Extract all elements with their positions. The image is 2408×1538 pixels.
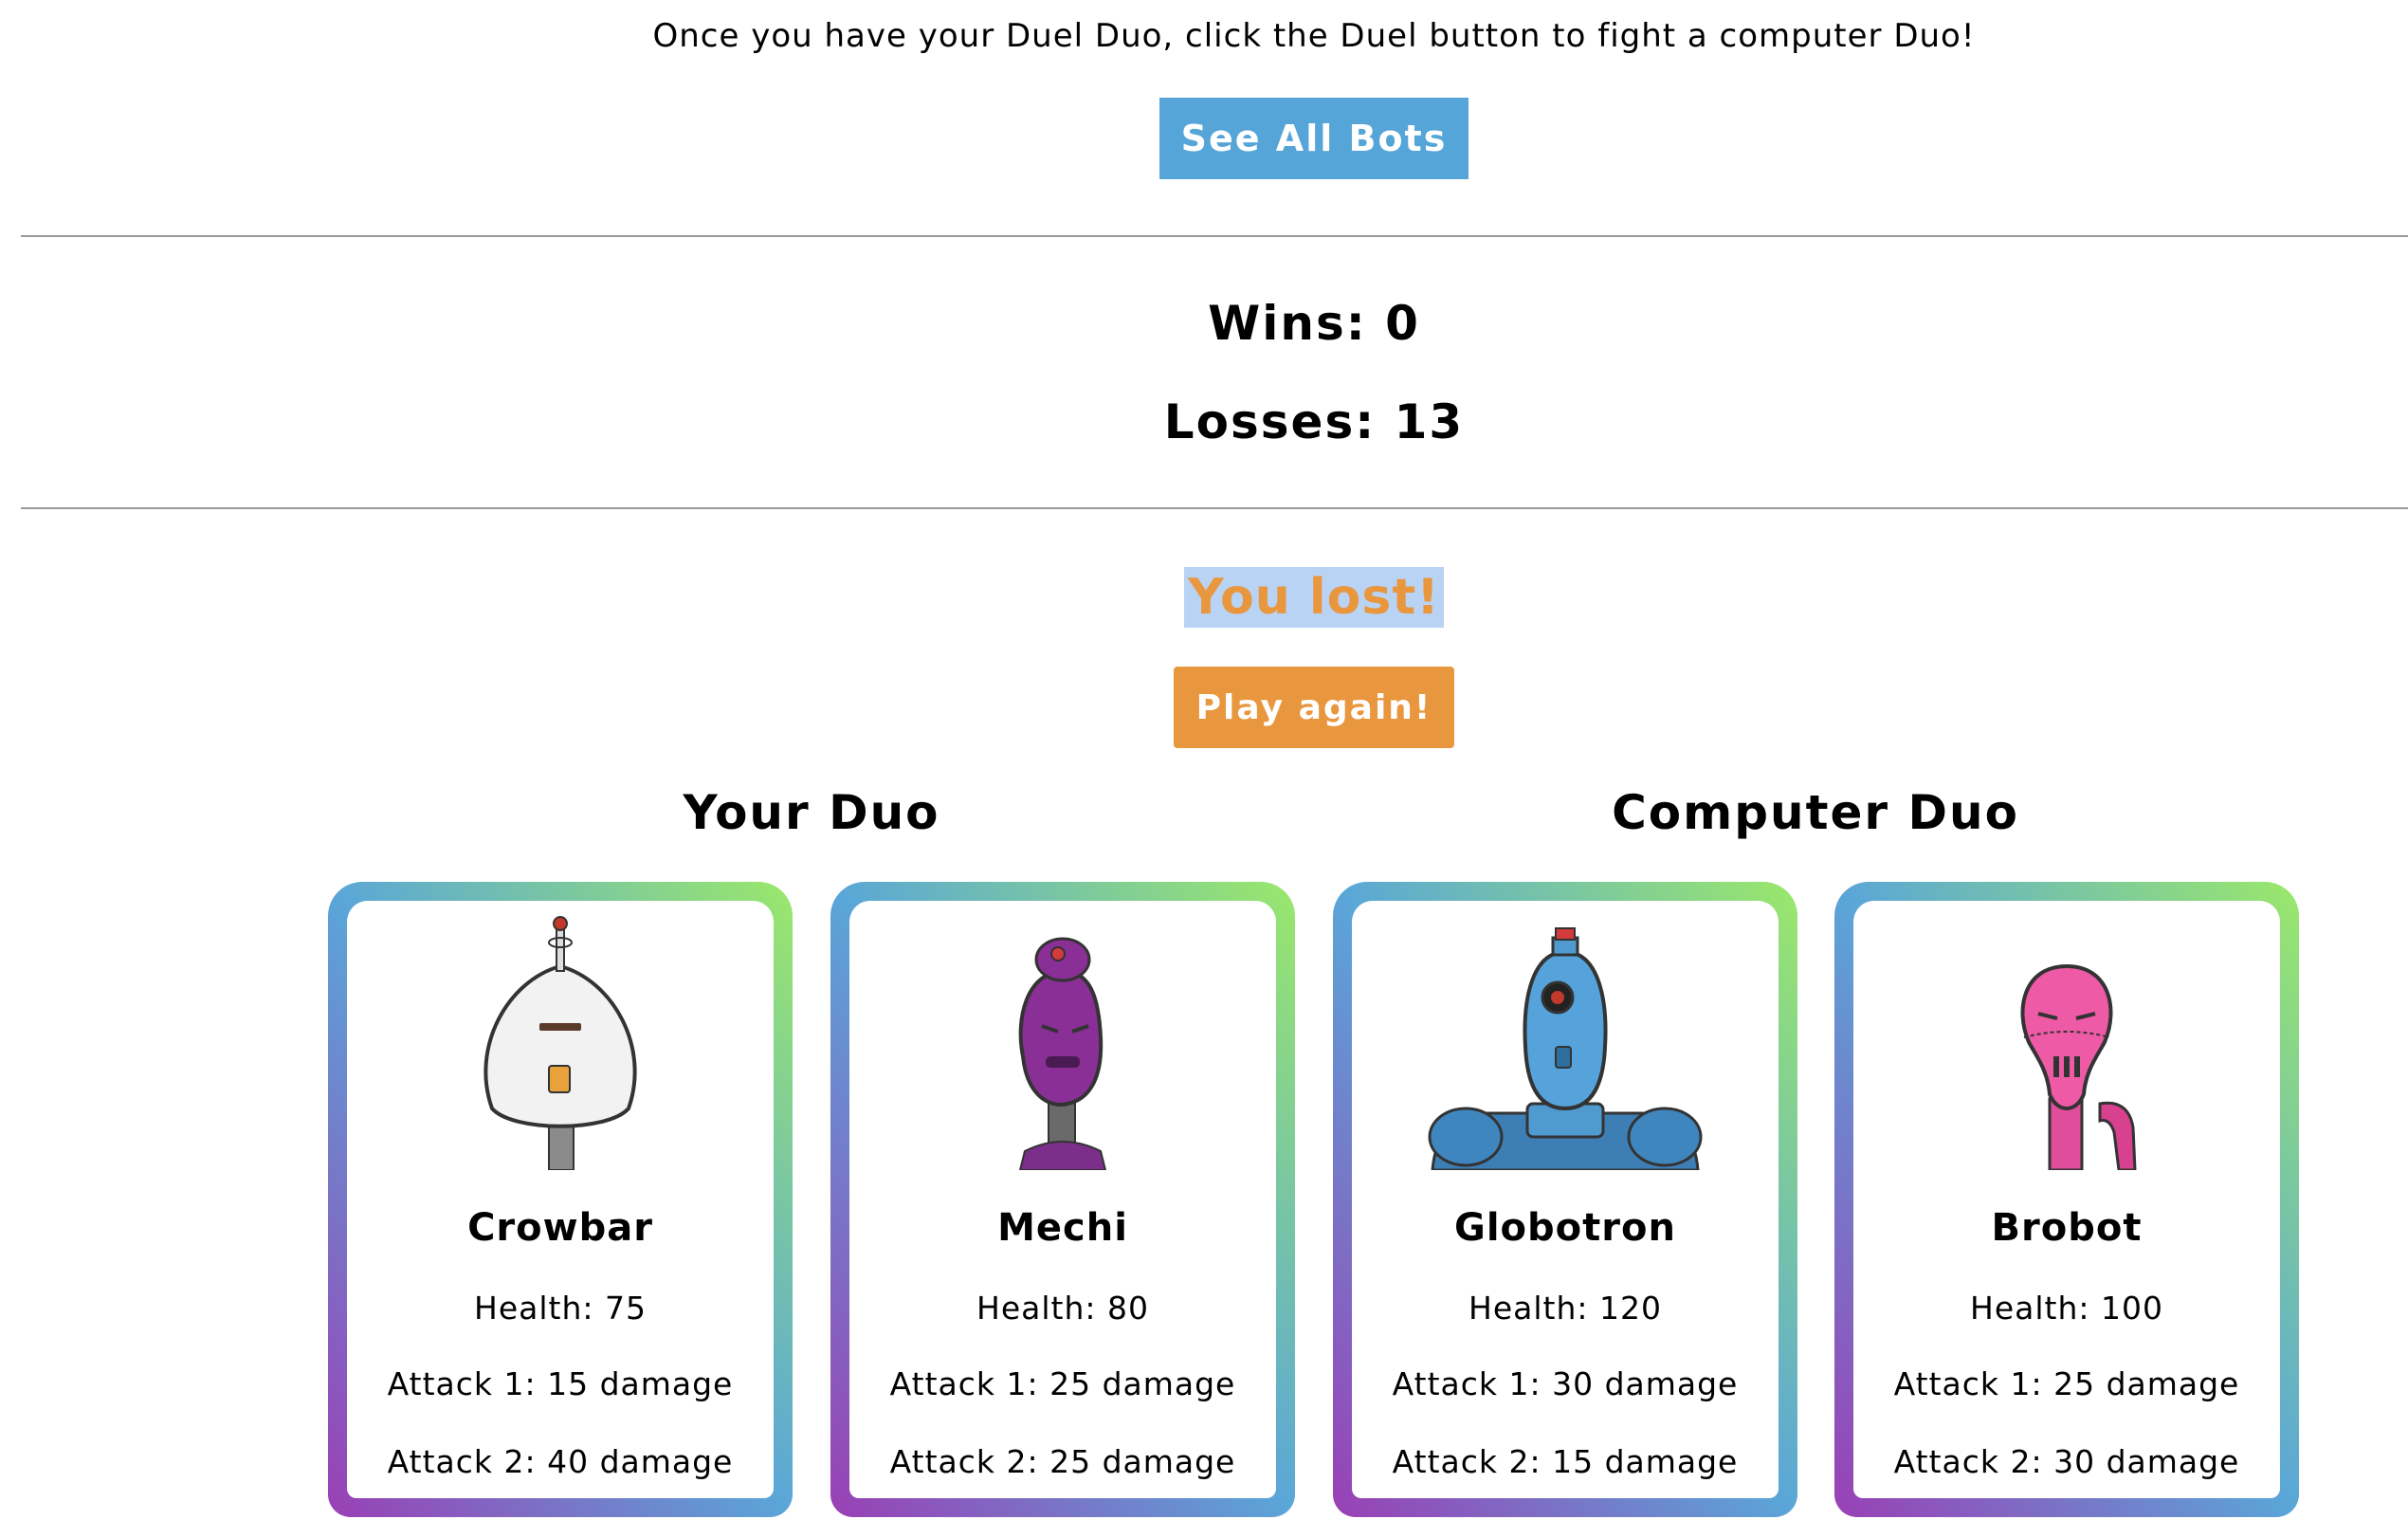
result-container: You lost! (0, 567, 2408, 628)
your-duo-title: Your Duo (683, 785, 940, 840)
computer-duo-title: Computer Duo (1612, 785, 2019, 840)
bot-card-globotron: Globotron Health: 120 Attack 1: 30 damag… (1333, 882, 1797, 1517)
play-again-button[interactable]: Play again! (1174, 667, 1454, 748)
bot-health: Health: 80 (976, 1290, 1149, 1327)
mechi-robot-icon (1018, 937, 1107, 1170)
see-all-bots-button[interactable]: See All Bots (1159, 98, 1469, 179)
bot-attack-1: Attack 1: 25 damage (1893, 1365, 2240, 1402)
bot-attack-2: Attack 2: 25 damage (889, 1443, 1236, 1480)
bot-name: Mechi (997, 1206, 1128, 1250)
bot-card-inner: Mechi Health: 80 Attack 1: 25 damage Att… (849, 901, 1276, 1498)
bot-card-inner: Crowbar Health: 75 Attack 1: 15 damage A… (347, 901, 774, 1498)
bot-name: Globotron (1454, 1206, 1676, 1250)
bot-health: Health: 120 (1469, 1290, 1662, 1327)
intro-text: Once you have your Duel Duo, click the D… (652, 17, 1976, 55)
bot-card-inner: Globotron Health: 120 Attack 1: 30 damag… (1352, 901, 1779, 1498)
globotron-robot-icon (1428, 927, 1703, 1170)
bot-attack-1: Attack 1: 15 damage (387, 1365, 734, 1402)
wins-count: Wins: 0 (1208, 296, 1420, 351)
bot-card-inner: Brobot Health: 100 Attack 1: 25 damage A… (1853, 901, 2280, 1498)
result-message: You lost! (1184, 567, 1444, 628)
brobot-robot-icon (2020, 963, 2137, 1170)
divider-bottom (21, 507, 2408, 509)
crowbar-robot-icon (483, 916, 637, 1170)
bot-attack-2: Attack 2: 30 damage (1893, 1443, 2240, 1480)
divider-top (21, 235, 2408, 237)
duel-duo-page: Once you have your Duel Duo, click the D… (0, 0, 2408, 1538)
losses-count: Losses: 13 (1163, 394, 1465, 449)
bot-health: Health: 75 (474, 1290, 647, 1327)
bot-attack-2: Attack 2: 40 damage (387, 1443, 734, 1480)
bot-attack-1: Attack 1: 30 damage (1392, 1365, 1739, 1402)
bot-attack-2: Attack 2: 15 damage (1392, 1443, 1739, 1480)
bot-card-brobot: Brobot Health: 100 Attack 1: 25 damage A… (1834, 882, 2299, 1517)
bot-name: Crowbar (467, 1206, 653, 1250)
bot-name: Brobot (1991, 1206, 2143, 1250)
bot-health: Health: 100 (1970, 1290, 2163, 1327)
bot-card-mechi: Mechi Health: 80 Attack 1: 25 damage Att… (830, 882, 1295, 1517)
bot-card-crowbar: Crowbar Health: 75 Attack 1: 15 damage A… (328, 882, 793, 1517)
bot-attack-1: Attack 1: 25 damage (889, 1365, 1236, 1402)
